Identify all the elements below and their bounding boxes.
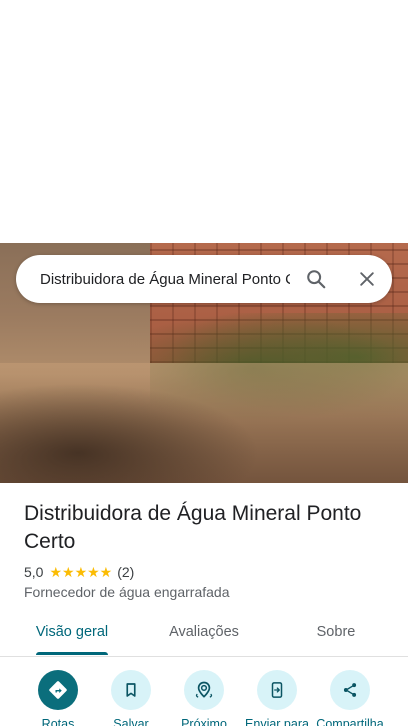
share-button[interactable]: Compartilha bbox=[308, 668, 392, 726]
share-icon bbox=[343, 683, 357, 697]
rating-row[interactable]: 5,0 ★★★★★ (2) bbox=[24, 563, 134, 581]
save-label: Salvar bbox=[113, 717, 149, 726]
tab-about[interactable]: Sobre bbox=[296, 612, 376, 655]
rating-value: 5,0 bbox=[24, 564, 44, 580]
star-rating-icon: ★★★★★ bbox=[49, 563, 113, 580]
send-to-phone-button[interactable]: Enviar para bbox=[235, 668, 319, 726]
directions-button-circle[interactable] bbox=[38, 670, 78, 710]
send-to-phone-button-circle[interactable] bbox=[257, 670, 297, 710]
clear-search-button[interactable] bbox=[347, 259, 387, 299]
share-button-circle[interactable] bbox=[330, 670, 370, 710]
place-tabs: Visão geral Avaliações Sobre bbox=[0, 612, 408, 657]
active-tab-indicator bbox=[36, 652, 108, 655]
search-button[interactable] bbox=[296, 259, 336, 299]
place-title: Distribuidora de Água Mineral Ponto Cert… bbox=[24, 502, 362, 553]
share-label: Compartilha bbox=[316, 717, 384, 726]
send-to-phone-icon bbox=[271, 682, 283, 698]
directions-icon bbox=[49, 681, 67, 699]
place-category[interactable]: Fornecedor de água engarrafada bbox=[24, 584, 229, 600]
bookmark-icon bbox=[126, 683, 136, 697]
nearby-icon bbox=[195, 681, 213, 698]
tab-overview[interactable]: Visão geral bbox=[24, 612, 120, 655]
tab-reviews[interactable]: Avaliações bbox=[154, 612, 254, 655]
nearby-button-circle[interactable] bbox=[184, 670, 224, 710]
save-button[interactable]: Salvar bbox=[89, 668, 173, 726]
close-icon bbox=[360, 272, 374, 286]
nearby-label: Próximo bbox=[181, 717, 227, 726]
search-query[interactable]: Distribuidora de Água Mineral Ponto Cert… bbox=[40, 271, 290, 288]
directions-label: Rotas bbox=[41, 717, 75, 726]
search-bar[interactable]: Distribuidora de Água Mineral Ponto Cert… bbox=[16, 255, 392, 303]
search-icon bbox=[307, 270, 326, 289]
nearby-button[interactable]: Próximo bbox=[162, 668, 246, 726]
tab-reviews-label: Avaliações bbox=[169, 624, 239, 640]
review-count[interactable]: (2) bbox=[117, 564, 134, 580]
send-to-phone-label: Enviar para bbox=[245, 717, 309, 726]
action-buttons-row: Rotas Salvar Próximo Enviar para Compart… bbox=[0, 668, 408, 726]
photo-shadow bbox=[0, 383, 260, 483]
save-button-circle[interactable] bbox=[111, 670, 151, 710]
tab-about-label: Sobre bbox=[316, 624, 356, 640]
tab-overview-label: Visão geral bbox=[35, 624, 109, 640]
directions-button[interactable]: Rotas bbox=[16, 668, 100, 726]
